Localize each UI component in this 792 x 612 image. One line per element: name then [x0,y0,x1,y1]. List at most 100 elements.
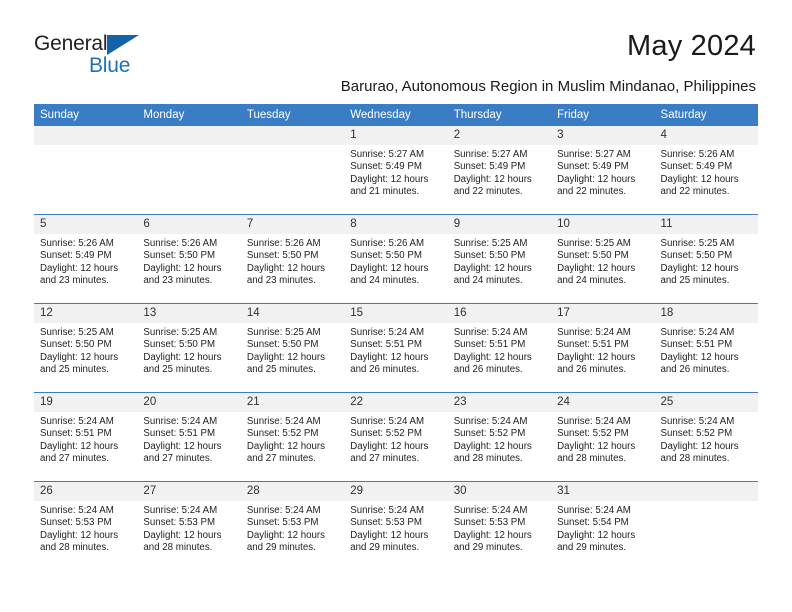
calendar-day-cell[interactable]: 29 Sunrise: 5:24 AM Sunset: 5:53 PM Dayligh… [344,481,448,570]
weekday-header-friday: Friday [551,104,655,126]
calendar-day-cell[interactable]: 3 Sunrise: 5:27 AM Sunset: 5:49 PM Daylight… [551,126,655,215]
calendar-week-row: 26 Sunrise: 5:24 AM Sunset: 5:53 PM Dayligh… [34,481,758,570]
calendar-day-cell[interactable]: 25 Sunrise: 5:24 AM Sunset: 5:52 PM Dayligh… [654,392,758,482]
day-number: 7 [240,215,345,234]
day-details: Sunrise: 5:25 AM Sunset: 5:50 PM Daylight:… [551,234,654,288]
day-number [137,126,241,145]
calendar-day-cell[interactable]: 20 Sunrise: 5:24 AM Sunset: 5:51 PM Dayligh… [137,392,241,482]
daylight-duration-line1: Daylight: 12 hours [453,440,532,452]
day-details: Sunrise: 5:24 AM Sunset: 5:52 PM Daylight:… [344,412,447,466]
daylight-duration-line2: and 22 minutes. [453,186,523,198]
sunrise-time: Sunrise: 5:27 AM [350,149,425,160]
daylight-duration-line2: and 21 minutes. [350,186,420,198]
calendar-week-row: 1 Sunrise: 5:27 AM Sunset: 5:49 PM Daylight… [34,126,758,215]
calendar-day-cell[interactable]: 12 Sunrise: 5:25 AM Sunset: 5:50 PM Dayligh… [34,303,138,393]
day-details: Sunrise: 5:26 AM Sunset: 5:50 PM Daylight:… [241,234,344,288]
calendar-day-cell[interactable]: 28 Sunrise: 5:24 AM Sunset: 5:53 PM Dayligh… [240,481,345,570]
calendar-day-cell[interactable]: 8 Sunrise: 5:26 AM Sunset: 5:50 PM Daylight… [344,214,448,304]
sunset-time: Sunset: 5:50 PM [660,250,733,262]
daylight-duration-line1: Daylight: 12 hours [246,440,325,452]
calendar-day-cell[interactable]: 13 Sunrise: 5:25 AM Sunset: 5:50 PM Dayligh… [137,303,241,393]
calendar-day-cell[interactable]: 2 Sunrise: 5:27 AM Sunset: 5:49 PM Daylight… [447,126,552,215]
day-number: 16 [447,304,552,323]
calendar-day-cell[interactable]: 27 Sunrise: 5:24 AM Sunset: 5:53 PM Dayligh… [137,481,241,570]
day-details: Sunrise: 5:26 AM Sunset: 5:49 PM Daylight:… [34,234,137,288]
day-details [655,501,758,505]
day-details: Sunrise: 5:24 AM Sunset: 5:51 PM Daylight:… [448,323,551,377]
daylight-duration-line1: Daylight: 12 hours [40,440,119,452]
sunset-time: Sunset: 5:52 PM [660,428,733,440]
calendar-day-cell[interactable]: 18 Sunrise: 5:24 AM Sunset: 5:51 PM Dayligh… [654,303,758,393]
sunset-time: Sunset: 5:49 PM [350,161,422,173]
day-number: 29 [344,482,448,501]
daylight-duration-line2: and 23 minutes. [246,275,316,287]
calendar-day-cell[interactable]: 4 Sunrise: 5:26 AM Sunset: 5:49 PM Daylight… [654,126,758,215]
calendar-day-cell[interactable]: 15 Sunrise: 5:24 AM Sunset: 5:51 PM Dayligh… [344,303,448,393]
sunrise-time: Sunrise: 5:25 AM [660,238,735,249]
calendar-day-cell[interactable]: 11 Sunrise: 5:25 AM Sunset: 5:50 PM Dayligh… [654,214,758,304]
calendar-day-cell[interactable]: 22 Sunrise: 5:24 AM Sunset: 5:52 PM Dayligh… [344,392,448,482]
day-details [241,145,344,149]
calendar-day-cell[interactable]: 30 Sunrise: 5:24 AM Sunset: 5:53 PM Dayligh… [447,481,552,570]
daylight-duration-line2: and 26 minutes. [350,364,420,376]
sunrise-time: Sunrise: 5:25 AM [557,238,631,249]
calendar-week-row: 5 Sunrise: 5:26 AM Sunset: 5:49 PM Daylight… [34,214,758,304]
sunrise-time: Sunrise: 5:24 AM [350,505,425,516]
sunrise-time: Sunrise: 5:24 AM [350,327,425,338]
calendar-day-cell[interactable]: 5 Sunrise: 5:26 AM Sunset: 5:49 PM Daylight… [34,214,138,304]
sunset-time: Sunset: 5:50 PM [453,250,526,262]
day-number: 12 [34,304,138,323]
calendar-week-row: 12 Sunrise: 5:25 AM Sunset: 5:50 PM Dayligh… [34,303,758,393]
day-details: Sunrise: 5:25 AM Sunset: 5:50 PM Daylight:… [137,323,240,377]
calendar-day-cell[interactable]: 14 Sunrise: 5:25 AM Sunset: 5:50 PM Dayligh… [240,303,345,393]
daylight-duration-line2: and 26 minutes. [660,364,730,376]
daylight-duration-line1: Daylight: 12 hours [660,262,739,274]
day-details: Sunrise: 5:24 AM Sunset: 5:51 PM Daylight:… [137,412,240,466]
daylight-duration-line1: Daylight: 12 hours [246,262,325,274]
sunset-time: Sunset: 5:53 PM [246,517,319,529]
day-details: Sunrise: 5:25 AM Sunset: 5:50 PM Daylight:… [655,234,758,288]
weekday-header-tuesday: Tuesday [240,104,345,126]
calendar-day-cell[interactable]: 24 Sunrise: 5:24 AM Sunset: 5:52 PM Dayligh… [551,392,655,482]
calendar-day-cell[interactable]: 31 Sunrise: 5:24 AM Sunset: 5:54 PM Dayligh… [551,481,655,570]
day-number [654,482,758,501]
day-number: 28 [240,482,345,501]
calendar-day-cell[interactable]: 10 Sunrise: 5:25 AM Sunset: 5:50 PM Dayligh… [551,214,655,304]
sunset-time: Sunset: 5:49 PM [40,250,112,262]
sunrise-time: Sunrise: 5:25 AM [453,238,528,249]
daylight-duration-line1: Daylight: 12 hours [453,262,532,274]
logo-text-general: General [34,32,108,55]
daylight-duration-line2: and 29 minutes. [350,542,420,554]
daylight-duration-line1: Daylight: 12 hours [143,440,222,452]
sunset-time: Sunset: 5:50 PM [246,250,319,262]
day-number: 13 [137,304,241,323]
calendar-header-row: Sunday Monday Tuesday Wednesday Thursday Frid… [34,104,758,126]
calendar-day-cell[interactable]: 16 Sunrise: 5:24 AM Sunset: 5:51 PM Dayligh… [447,303,552,393]
page-header: General Blue May 2024 [0,22,792,84]
daylight-duration-line2: and 25 minutes. [143,364,213,376]
sunrise-time: Sunrise: 5:24 AM [40,416,114,427]
calendar-day-cell[interactable]: 6 Sunrise: 5:26 AM Sunset: 5:50 PM Daylight… [137,214,241,304]
day-details: Sunrise: 5:26 AM Sunset: 5:50 PM Daylight:… [137,234,240,288]
calendar-day-cell[interactable]: 19 Sunrise: 5:24 AM Sunset: 5:51 PM Dayligh… [34,392,138,482]
calendar-day-cell[interactable]: 21 Sunrise: 5:24 AM Sunset: 5:52 PM Dayligh… [240,392,345,482]
weekday-header-row: Sunday Monday Tuesday Wednesday Thursday Frid… [34,104,758,126]
calendar-day-cell[interactable]: 26 Sunrise: 5:24 AM Sunset: 5:53 PM Dayligh… [34,481,138,570]
day-number: 30 [447,482,552,501]
day-details: Sunrise: 5:27 AM Sunset: 5:49 PM Daylight:… [448,145,551,199]
sunset-time: Sunset: 5:52 PM [350,428,422,440]
daylight-duration-line2: and 27 minutes. [143,453,213,465]
calendar-day-cell[interactable]: 17 Sunrise: 5:24 AM Sunset: 5:51 PM Dayligh… [551,303,655,393]
calendar-day-cell[interactable]: 1 Sunrise: 5:27 AM Sunset: 5:49 PM Daylight… [344,126,448,215]
day-number: 3 [551,126,655,145]
day-number: 10 [551,215,655,234]
sunset-time: Sunset: 5:53 PM [453,517,526,529]
calendar-day-cell[interactable]: 23 Sunrise: 5:24 AM Sunset: 5:52 PM Dayligh… [447,392,552,482]
daylight-duration-line2: and 25 minutes. [660,275,730,287]
daylight-duration-line2: and 26 minutes. [557,364,627,376]
sunset-time: Sunset: 5:50 PM [143,250,216,262]
calendar-day-cell[interactable]: 9 Sunrise: 5:25 AM Sunset: 5:50 PM Daylight… [447,214,552,304]
general-blue-logo[interactable]: General Blue [34,32,174,84]
day-number: 24 [551,393,655,412]
calendar-day-cell[interactable]: 7 Sunrise: 5:26 AM Sunset: 5:50 PM Daylight… [240,214,345,304]
